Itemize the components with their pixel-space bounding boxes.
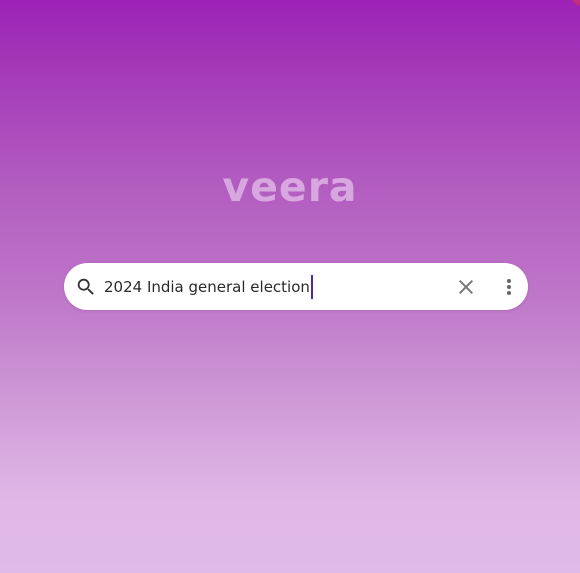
- close-icon[interactable]: [454, 275, 478, 299]
- search-icon[interactable]: [75, 276, 97, 298]
- app-logo: veera: [222, 163, 358, 211]
- text-caret: [310, 274, 313, 299]
- search-input[interactable]: 2024 India general election: [104, 263, 442, 310]
- more-vert-icon[interactable]: [497, 275, 521, 299]
- search-query-text: 2024 India general election: [104, 277, 310, 296]
- search-bar[interactable]: 2024 India general election: [64, 263, 528, 310]
- corner-decoration: [570, 0, 580, 6]
